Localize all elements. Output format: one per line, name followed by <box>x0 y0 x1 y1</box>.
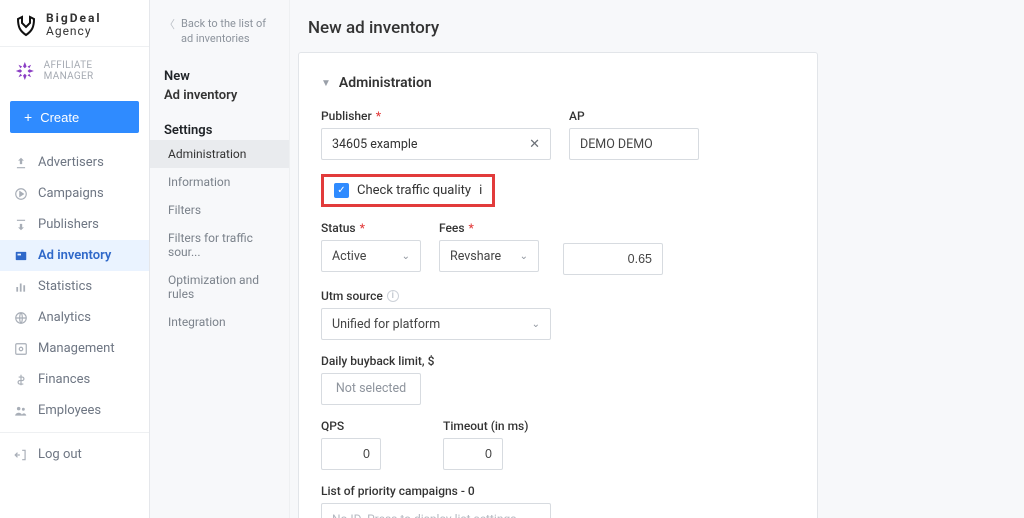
check-traffic-label: Check traffic quality <box>357 183 471 198</box>
publisher-input[interactable]: 34605 example✕ <box>321 128 551 160</box>
priority-label: List of priority campaigns - 0 <box>321 484 475 498</box>
daily-input[interactable]: Not selected <box>321 373 421 405</box>
gear-icon <box>14 342 28 356</box>
check-traffic-checkbox[interactable]: ✓ <box>334 183 349 198</box>
content-area: New ad inventory ▼Administration Publish… <box>290 0 1004 518</box>
nav-campaigns[interactable]: Campaigns <box>0 178 149 209</box>
arrow-right-icon: → <box>526 511 540 518</box>
fees-amount-input[interactable] <box>563 243 663 275</box>
subnav-administration[interactable]: Administration <box>150 140 289 168</box>
chevron-down-icon: ⌄ <box>402 251 410 262</box>
sub-group-new: New <box>150 65 289 86</box>
timeout-input[interactable] <box>443 438 503 470</box>
download-icon <box>14 218 28 232</box>
ap-input[interactable]: DEMO DEMO <box>569 128 699 160</box>
sub-group-adinv: Ad inventory <box>150 86 289 111</box>
upload-icon <box>14 156 28 170</box>
create-button[interactable]: +Create <box>10 101 139 133</box>
inventory-icon <box>14 249 28 263</box>
subnav-integration[interactable]: Integration <box>150 308 289 336</box>
utm-label: Utm source <box>321 289 383 303</box>
admin-panel: ▼Administration Publisher* 34605 example… <box>298 52 818 518</box>
avatar-icon <box>14 59 36 83</box>
dollar-icon <box>14 373 28 387</box>
nav-employees[interactable]: Employees <box>0 395 149 426</box>
chevron-left-icon: 〈 <box>164 17 175 32</box>
fees-label: Fees <box>439 221 465 235</box>
nav-finances[interactable]: Finances <box>0 364 149 395</box>
nav-publishers[interactable]: Publishers <box>0 209 149 240</box>
back-link[interactable]: 〈Back to the list of ad inventories <box>150 16 289 65</box>
subnav-opt-rules[interactable]: Optimization and rules <box>150 266 289 308</box>
bar-chart-icon <box>14 280 28 294</box>
priority-combo[interactable]: No ID. Press to display list settings.→ <box>321 503 551 518</box>
subnav-filters-traffic[interactable]: Filters for traffic sour... <box>150 224 289 266</box>
globe-icon <box>14 311 28 325</box>
nav-logout[interactable]: Log out <box>0 439 149 470</box>
clear-icon[interactable]: ✕ <box>529 137 540 152</box>
page-title: New ad inventory <box>298 0 996 52</box>
chevron-down-icon: ▼ <box>321 78 331 89</box>
info-icon[interactable]: i <box>387 290 399 302</box>
sub-group-settings: Settings <box>150 119 289 140</box>
ap-label: AP <box>569 109 585 123</box>
main-sidebar: BigDealAgency AFFILIATE MANAGER +Create … <box>0 0 150 518</box>
nav-statistics[interactable]: Statistics <box>0 271 149 302</box>
nav-analytics[interactable]: Analytics <box>0 302 149 333</box>
qps-label: QPS <box>321 419 344 433</box>
profile-block: AFFILIATE MANAGER <box>0 47 149 95</box>
chevron-down-icon: ⌄ <box>520 251 528 262</box>
brand-logo: BigDealAgency <box>0 0 149 46</box>
daily-label: Daily buyback limit, $ <box>321 354 434 368</box>
chevron-down-icon: ⌄ <box>532 319 540 330</box>
logo-icon <box>14 13 38 37</box>
role-label: AFFILIATE MANAGER <box>44 60 135 82</box>
publisher-label: Publisher <box>321 109 372 123</box>
status-label: Status <box>321 221 356 235</box>
utm-select[interactable]: Unified for platform⌄ <box>321 308 551 340</box>
timeout-label: Timeout (in ms) <box>443 419 528 433</box>
nav-advertisers[interactable]: Advertisers <box>0 147 149 178</box>
settings-sidebar: 〈Back to the list of ad inventories New … <box>150 0 290 518</box>
info-icon[interactable]: i <box>479 183 482 198</box>
fees-select[interactable]: Revshare⌄ <box>439 240 539 272</box>
play-circle-icon <box>14 187 28 201</box>
logout-icon <box>14 448 28 462</box>
plus-icon: + <box>24 109 32 125</box>
brand-sub: Agency <box>46 25 102 38</box>
subnav-filters[interactable]: Filters <box>150 196 289 224</box>
subnav-information[interactable]: Information <box>150 168 289 196</box>
people-icon <box>14 404 28 418</box>
qps-input[interactable] <box>321 438 381 470</box>
check-traffic-quality-row[interactable]: ✓ Check traffic quality i <box>321 174 495 207</box>
status-select[interactable]: Active⌄ <box>321 240 421 272</box>
section-head-administration[interactable]: ▼Administration <box>321 75 795 91</box>
nav-ad-inventory[interactable]: Ad inventory <box>0 240 149 271</box>
nav-management[interactable]: Management <box>0 333 149 364</box>
